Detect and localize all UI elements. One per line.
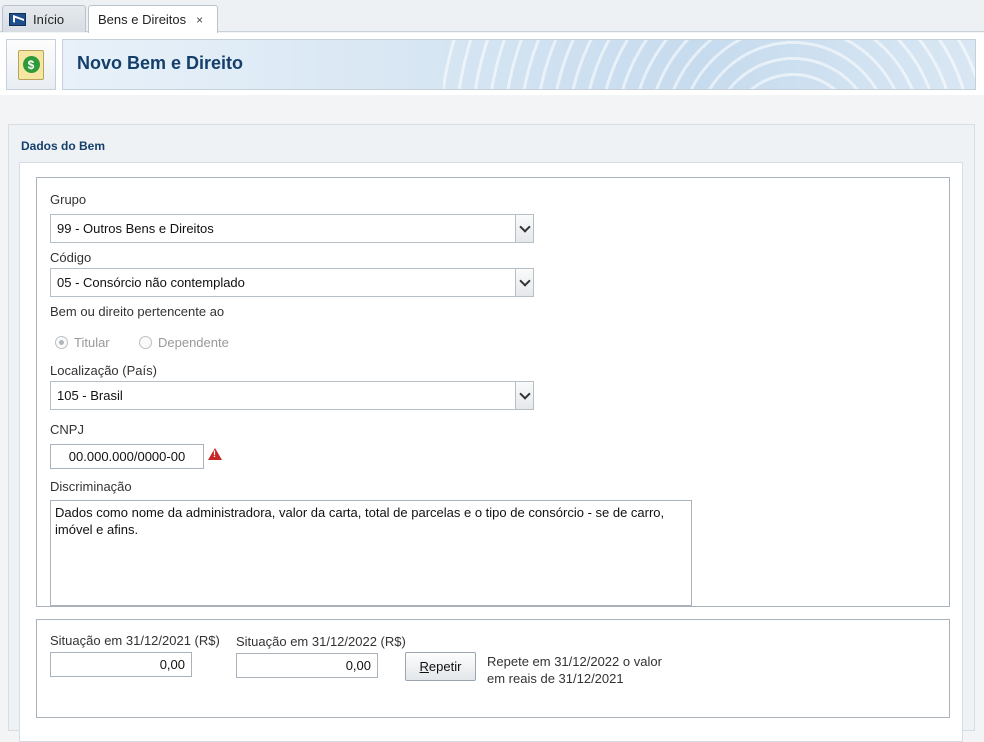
radio-checked-icon bbox=[55, 336, 68, 349]
localizacao-value: 105 - Brasil bbox=[57, 388, 123, 403]
dollar-symbol: $ bbox=[22, 56, 40, 73]
tab-bens-label: Bens e Direitos bbox=[98, 12, 187, 27]
page-header: $ Novo Bem e Direito bbox=[0, 33, 984, 95]
situacao-2022-value: 0,00 bbox=[345, 658, 371, 673]
grupo-select[interactable]: 99 - Outros Bens e Direitos bbox=[50, 214, 534, 243]
repetir-button[interactable]: Repetir bbox=[405, 652, 476, 681]
cnpj-input[interactable]: 00.000.000/0000-00 bbox=[50, 444, 204, 469]
form-container: Grupo 99 - Outros Bens e Direitos Código… bbox=[19, 162, 963, 742]
localizacao-select[interactable]: 105 - Brasil bbox=[50, 381, 534, 410]
section-title: Dados do Bem bbox=[21, 139, 106, 153]
codigo-label: Código bbox=[50, 250, 92, 265]
repetir-note-line1: Repete em 31/12/2022 o valor bbox=[487, 654, 662, 669]
radio-titular-label: Titular bbox=[74, 335, 110, 350]
tab-bar: Início Bens e Direitos × bbox=[0, 0, 984, 33]
codigo-select[interactable]: 05 - Consórcio não contemplado bbox=[50, 268, 534, 297]
codigo-value: 05 - Consórcio não contemplado bbox=[57, 275, 245, 290]
repetir-label: epetir bbox=[428, 659, 462, 674]
chevron-down-icon[interactable] bbox=[515, 269, 533, 296]
header-banner: Novo Bem e Direito bbox=[62, 39, 976, 90]
chevron-down-icon[interactable] bbox=[515, 215, 533, 242]
radio-titular[interactable]: Titular bbox=[55, 335, 110, 350]
localizacao-label: Localização (País) bbox=[50, 363, 157, 378]
content-panel: Dados do Bem Grupo 99 - Outros Bens e Di… bbox=[8, 124, 975, 742]
repetir-note-line2: em reais de 31/12/2021 bbox=[487, 671, 624, 686]
situacao-2022-label: Situação em 31/12/2022 (R$) bbox=[236, 634, 406, 649]
tab-inicio[interactable]: Início bbox=[2, 5, 86, 32]
asset-details-group: Grupo 99 - Outros Bens e Direitos Código… bbox=[36, 177, 950, 607]
money-document-icon: $ bbox=[18, 49, 44, 80]
situacao-2021-input[interactable]: 0,00 bbox=[50, 652, 192, 677]
warning-icon: ! bbox=[208, 448, 222, 460]
pertencente-label: Bem ou direito pertencente ao bbox=[50, 304, 225, 319]
repetir-note: Repete em 31/12/2022 o valor em reais de… bbox=[487, 653, 662, 687]
repetir-accel: R bbox=[419, 659, 429, 674]
warning-glyph: ! bbox=[213, 449, 216, 459]
radio-dependente-label: Dependente bbox=[158, 335, 229, 350]
close-icon[interactable]: × bbox=[196, 13, 203, 27]
header-icon-box: $ bbox=[6, 39, 56, 90]
discriminacao-label: Discriminação bbox=[50, 479, 132, 494]
tab-bens-e-direitos[interactable]: Bens e Direitos × bbox=[88, 5, 218, 33]
situacao-2022-input[interactable]: 0,00 bbox=[236, 653, 378, 678]
grupo-label: Grupo bbox=[50, 192, 87, 207]
situacao-2021-value: 0,00 bbox=[159, 657, 185, 672]
grupo-value: 99 - Outros Bens e Direitos bbox=[57, 221, 214, 236]
cnpj-value: 00.000.000/0000-00 bbox=[68, 449, 186, 464]
page-title: Novo Bem e Direito bbox=[77, 53, 244, 73]
radio-dependente[interactable]: Dependente bbox=[139, 335, 229, 350]
radio-unchecked-icon bbox=[139, 336, 152, 349]
discriminacao-textarea[interactable]: Dados como nome da administradora, valor… bbox=[50, 500, 692, 606]
situacao-2021-label: Situação em 31/12/2021 (R$) bbox=[50, 633, 220, 648]
tab-inicio-label: Início bbox=[33, 11, 65, 27]
chevron-down-icon[interactable] bbox=[515, 382, 533, 409]
home-icon bbox=[9, 12, 26, 26]
cnpj-label: CNPJ bbox=[50, 422, 84, 437]
valuation-group: Situação em 31/12/2021 (R$) 0,00 Situaçã… bbox=[36, 619, 950, 718]
